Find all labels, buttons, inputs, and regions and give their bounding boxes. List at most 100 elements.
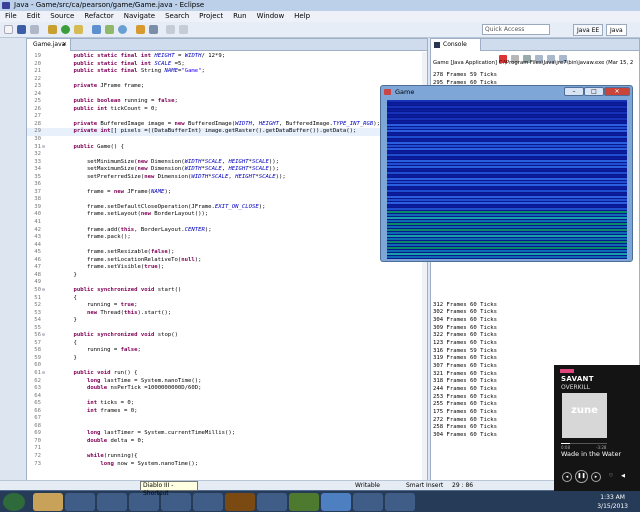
code-line[interactable]: 44 xyxy=(27,242,427,250)
minecraft-taskbar-icon[interactable] xyxy=(289,493,319,511)
code-line[interactable]: 54 } xyxy=(27,317,427,325)
new-java-project-icon[interactable] xyxy=(92,25,101,34)
new-file-icon[interactable] xyxy=(4,25,13,34)
next-icon[interactable]: ▸ xyxy=(591,472,601,482)
code-line[interactable]: 28 private BufferedImage image = new Buf… xyxy=(27,121,427,129)
code-line[interactable]: 29 private int[] pixels =((DataBufferInt… xyxy=(27,128,427,137)
game-window-title-bar[interactable]: Game – □ ✕ xyxy=(381,86,632,98)
app3-taskbar-icon[interactable] xyxy=(257,493,287,511)
code-line[interactable]: 52 running = true; xyxy=(27,302,427,310)
code-line[interactable]: 65 int ticks = 0; xyxy=(27,400,427,408)
code-line[interactable]: 31 ⊖ public Game() { xyxy=(27,144,427,152)
code-line[interactable]: 64 xyxy=(27,393,427,401)
menu-search[interactable]: Search xyxy=(160,11,194,22)
code-line[interactable]: 59 } xyxy=(27,355,427,363)
close-icon[interactable]: ✕ xyxy=(62,39,67,51)
code-line[interactable]: 20 public static final int SCALE =5; xyxy=(27,61,427,69)
code-line[interactable]: 60 xyxy=(27,362,427,370)
print-icon[interactable] xyxy=(30,25,39,34)
fold-toggle-icon[interactable]: ⊖ xyxy=(42,370,45,378)
menu-help[interactable]: Help xyxy=(289,11,315,22)
code-line[interactable]: 63 double nsPerTick =1000000000D/60D; xyxy=(27,385,427,393)
code-line[interactable]: 37 frame = new JFrame(NAME); xyxy=(27,189,427,197)
code-line[interactable]: 68 xyxy=(27,423,427,431)
code-line[interactable]: 50 ⊖ public synchronized void start() xyxy=(27,287,427,295)
code-line[interactable]: 67 xyxy=(27,415,427,423)
media-taskbar-icon[interactable] xyxy=(97,493,127,511)
code-line[interactable]: 27 xyxy=(27,113,427,121)
code-line[interactable]: 35 setPreferredSize(new Dimension(WIDTH*… xyxy=(27,174,427,182)
code-line[interactable]: 49 xyxy=(27,279,427,287)
code-line[interactable]: 26 public int tickCount = 0; xyxy=(27,106,427,114)
menu-navigate[interactable]: Navigate xyxy=(119,11,160,22)
new-class-icon[interactable] xyxy=(118,25,127,34)
perspective-java[interactable]: Java xyxy=(606,24,627,36)
code-line[interactable]: 21 public static final String NAME="Game… xyxy=(27,68,427,76)
code-line[interactable]: 57 { xyxy=(27,340,427,348)
code-line[interactable]: 42 frame.add(this, BorderLayout.CENTER); xyxy=(27,227,427,235)
quick-access-input[interactable]: Quick Access xyxy=(482,24,550,35)
code-lines[interactable]: 19 public static final int HEIGHT = WIDT… xyxy=(27,53,427,468)
system-clock[interactable]: 1:33 AM 3/15/2013 xyxy=(597,493,628,511)
code-line[interactable]: 33 setMinimumSize(new Dimension(WIDTH*SC… xyxy=(27,159,427,167)
code-line[interactable]: 51 { xyxy=(27,295,427,303)
app2-taskbar-icon[interactable] xyxy=(193,493,223,511)
console-tab[interactable]: Console xyxy=(431,39,481,51)
code-line[interactable]: 73 long now = System.nanoTime(); xyxy=(27,461,427,469)
fold-toggle-icon[interactable]: ⊖ xyxy=(42,287,45,295)
fold-toggle-icon[interactable]: ⊖ xyxy=(42,144,45,152)
external-tools-icon[interactable] xyxy=(74,25,83,34)
illustrator-taskbar-icon[interactable] xyxy=(225,493,255,511)
app4-taskbar-icon[interactable] xyxy=(353,493,383,511)
previous-icon[interactable]: ◂ xyxy=(562,472,572,482)
code-line[interactable]: 71 xyxy=(27,445,427,453)
java-taskbar-icon[interactable] xyxy=(385,493,415,511)
code-editor[interactable]: Game.java ✕ 19 public static final int H… xyxy=(26,38,428,490)
open-type-icon[interactable] xyxy=(136,25,145,34)
code-line[interactable]: 66 int frames = 0; xyxy=(27,408,427,416)
code-line[interactable]: 25 public boolean running = false; xyxy=(27,98,427,106)
save-icon[interactable] xyxy=(17,25,26,34)
explorer-taskbar-icon[interactable] xyxy=(33,493,63,511)
code-line[interactable]: 70 double delta = 0; xyxy=(27,438,427,446)
heart-icon[interactable]: ♡ xyxy=(606,472,616,482)
code-line[interactable]: 58 running = false; xyxy=(27,347,427,355)
forward-icon[interactable] xyxy=(179,25,188,34)
code-line[interactable]: 56 ⊖ public synchronized void stop() xyxy=(27,332,427,340)
pause-icon[interactable]: ❚❚ xyxy=(575,470,588,483)
menu-source[interactable]: Source xyxy=(45,11,79,22)
code-line[interactable]: 39 frame.setDefaultCloseOperation(JFrame… xyxy=(27,204,427,212)
code-line[interactable]: 41 xyxy=(27,219,427,227)
code-line[interactable]: 34 setMaximumSize(new Dimension(WIDTH*SC… xyxy=(27,166,427,174)
code-line[interactable]: 32 xyxy=(27,151,427,159)
code-line[interactable]: 24 xyxy=(27,91,427,99)
back-icon[interactable] xyxy=(166,25,175,34)
code-line[interactable]: 45 frame.setResizable(false); xyxy=(27,249,427,257)
close-button[interactable]: ✕ xyxy=(604,87,630,96)
perspective-java-ee[interactable]: Java EE xyxy=(573,24,604,36)
editor-tab-game-java[interactable]: Game.java ✕ xyxy=(27,39,71,51)
code-line[interactable]: 40 frame.setLayout(new BorderLayout()); xyxy=(27,211,427,219)
run-icon[interactable] xyxy=(61,25,70,34)
code-line[interactable]: 61 ⊖ public void run() { xyxy=(27,370,427,378)
code-line[interactable]: 69 long lastTimer = System.currentTimeMi… xyxy=(27,430,427,438)
menu-file[interactable]: File xyxy=(0,11,22,22)
start-button[interactable] xyxy=(3,493,25,511)
new-package-icon[interactable] xyxy=(105,25,114,34)
code-line[interactable]: 19 public static final int HEIGHT = WIDT… xyxy=(27,53,427,61)
menu-window[interactable]: Window xyxy=(252,11,290,22)
maximize-button[interactable]: □ xyxy=(584,87,604,96)
game-canvas[interactable] xyxy=(387,100,627,259)
code-line[interactable]: 30 xyxy=(27,136,427,144)
chrome-taskbar-icon[interactable] xyxy=(65,493,95,511)
minimize-button[interactable]: – xyxy=(564,87,584,96)
menu-refactor[interactable]: Refactor xyxy=(79,11,118,22)
search-icon[interactable] xyxy=(149,25,158,34)
menu-edit[interactable]: Edit xyxy=(22,11,46,22)
code-line[interactable]: 55 xyxy=(27,325,427,333)
code-line[interactable]: 47 frame.setVisible(true); xyxy=(27,264,427,272)
code-line[interactable]: 36 xyxy=(27,181,427,189)
code-line[interactable]: 46 frame.setLocationRelativeTo(null); xyxy=(27,257,427,265)
code-line[interactable]: 62 long lastTime = System.nanoTime(); xyxy=(27,378,427,386)
menu-run[interactable]: Run xyxy=(228,11,251,22)
